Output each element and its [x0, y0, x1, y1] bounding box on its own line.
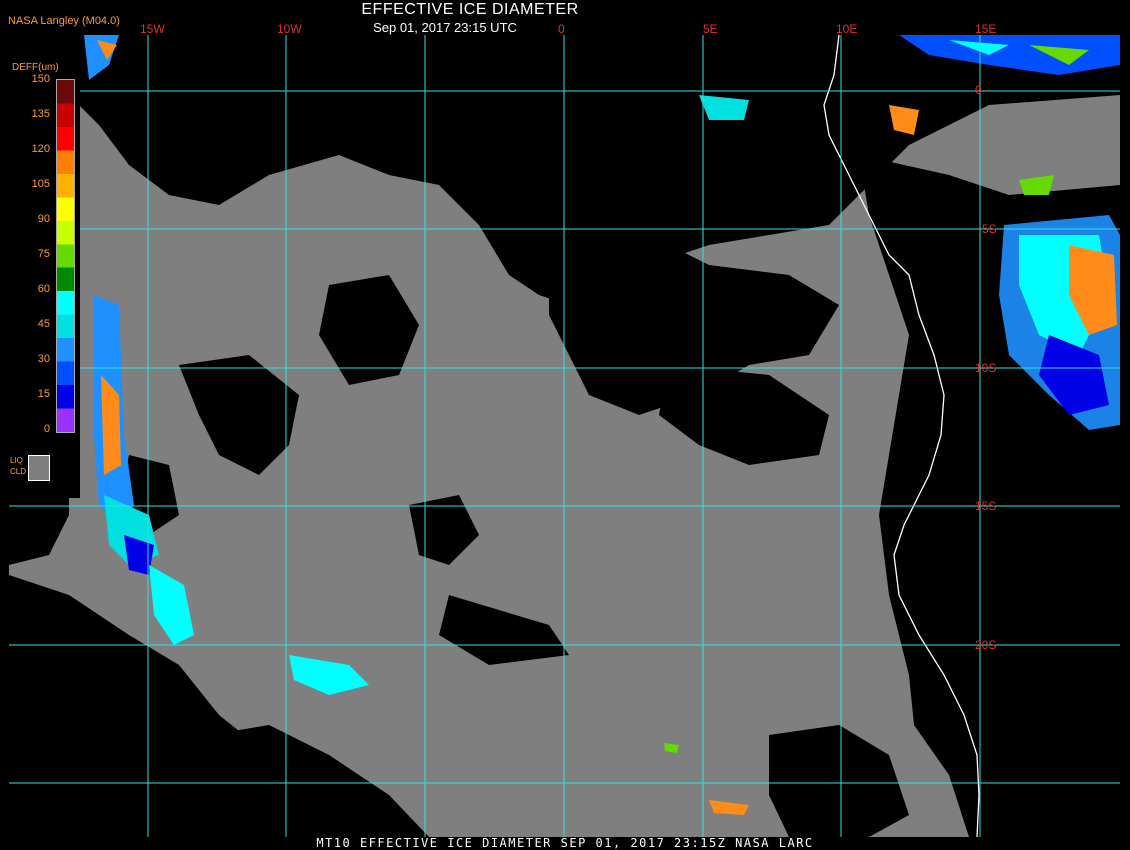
map-title: EFFECTIVE ICE DIAMETER	[361, 1, 579, 18]
liquid-cloud-swatch	[28, 455, 50, 481]
legend-tick: 15	[37, 388, 50, 400]
satellite-map	[9, 35, 1120, 837]
lon-label-5e: 5E	[703, 22, 718, 36]
legend-tick: 75	[37, 248, 50, 260]
lat-label-5s: 5S	[982, 222, 997, 236]
colorbar	[56, 79, 75, 433]
liquid-cloud-label: LIQ CLD	[10, 455, 26, 477]
legend-tick: 150	[31, 73, 50, 85]
lat-label-15s: 15S	[975, 499, 997, 513]
liq-label-line1: LIQ	[10, 456, 23, 465]
lon-label-10w: 10W	[277, 22, 302, 36]
legend-tick: 45	[37, 318, 50, 330]
legend-tick: 30	[37, 353, 50, 365]
legend-tick: 135	[31, 108, 50, 120]
lon-label-15w: 15W	[140, 22, 165, 36]
legend-tick: 60	[37, 283, 50, 295]
map-svg	[9, 35, 1120, 837]
org-label: NASA Langley (M04.0)	[8, 15, 120, 27]
lon-label-0: 0	[558, 22, 565, 36]
lat-label-10s: 10S	[975, 361, 997, 375]
legend-tick: 120	[31, 143, 50, 155]
lat-label-0: 0	[975, 83, 982, 97]
liq-label-line2: CLD	[10, 467, 27, 476]
legend-tick: 105	[31, 178, 50, 190]
legend-title: DEFF(um)	[12, 62, 59, 73]
legend-tick: 90	[37, 213, 50, 225]
map-timestamp: Sep 01, 2017 23:15 UTC	[373, 20, 517, 35]
lat-label-20s: 20S	[975, 638, 997, 652]
lon-label-15e: 15E	[975, 22, 997, 36]
footer-caption: MT10 EFFECTIVE ICE DIAMETER SEP 01, 2017…	[316, 836, 814, 850]
legend-tick: 0	[43, 423, 50, 435]
lon-label-10e: 10E	[836, 22, 858, 36]
